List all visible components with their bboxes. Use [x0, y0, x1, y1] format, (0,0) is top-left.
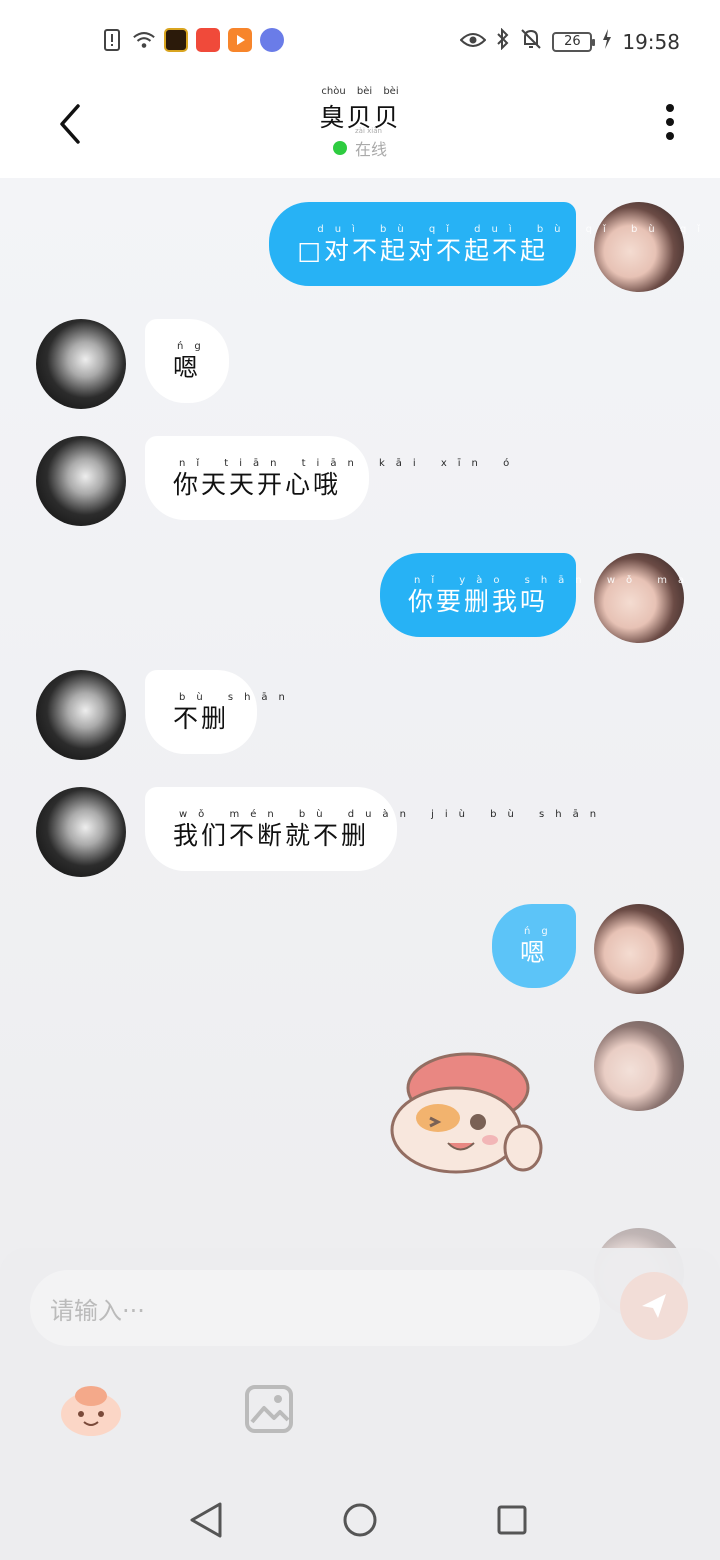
message-bubble-outgoing[interactable]: duì bù qǐ duì bù qǐ bù qǐ □对不起对不起不起 — [269, 202, 700, 286]
status-right-icons: 26 19:58 — [459, 27, 680, 55]
game-app-icon — [164, 28, 188, 52]
online-status: zài xiàn 在线 — [0, 127, 720, 160]
online-dot-icon — [332, 141, 347, 155]
send-icon — [642, 1294, 666, 1318]
my-avatar[interactable] — [594, 904, 684, 994]
status-left-icons — [100, 28, 284, 52]
more-vertical-icon — [666, 104, 674, 140]
contact-avatar[interactable] — [36, 670, 126, 760]
message-pinyin: wǒ mén bù duàn jiù bù shān — [179, 809, 608, 820]
message-pinyin: duì bù qǐ duì bù qǐ bù qǐ — [317, 224, 711, 235]
sticker-message[interactable] — [378, 1048, 543, 1178]
eye-icon — [459, 30, 487, 54]
alert-icon — [100, 28, 124, 52]
shopping-app-icon — [196, 28, 220, 52]
message-bubble-incoming[interactable]: wǒ mén bù duàn jiù bù shān 我们不断就不删 — [145, 787, 596, 871]
message-bubble-outgoing[interactable]: nǐ yào shān wǒ ma 你要删我吗 — [379, 553, 684, 637]
nav-home-icon[interactable] — [342, 1502, 378, 1538]
my-avatar[interactable] — [594, 553, 684, 643]
message-bubble-outgoing[interactable]: ńg 嗯 — [491, 904, 576, 988]
clock: 19:58 — [622, 29, 680, 54]
chat-header: chòu bèi bèi 臭贝贝 zài xiàn 在线 — [0, 84, 720, 178]
my-avatar[interactable] — [594, 1021, 684, 1111]
message-text: 不删 — [173, 704, 230, 733]
message-pinyin: ńg — [177, 341, 212, 352]
music-app-icon — [260, 28, 284, 52]
image-icon — [245, 1385, 293, 1433]
send-button[interactable] — [620, 1272, 688, 1340]
charging-icon — [602, 29, 612, 54]
bluetooth-icon — [496, 27, 510, 55]
mute-icon — [520, 28, 542, 55]
message-text: 你天天开心哦 — [173, 470, 342, 499]
video-app-icon — [228, 28, 252, 52]
message-text: 我们不断就不删 — [173, 821, 370, 850]
message-input[interactable]: 请输入··· — [30, 1270, 600, 1346]
nav-back-icon[interactable] — [188, 1500, 224, 1540]
battery-icon: 26 — [552, 31, 596, 52]
title-pinyin: chòu bèi bèi — [321, 86, 399, 97]
online-status-label: zài xiàn 在线 — [354, 127, 387, 160]
contact-avatar[interactable] — [36, 436, 126, 526]
system-nav-bar — [0, 1480, 720, 1560]
status-pinyin: zài xiàn — [354, 127, 382, 135]
message-text: 你要删我吗 — [407, 587, 548, 616]
emoji-button[interactable] — [58, 1382, 124, 1438]
wifi-icon — [132, 28, 156, 52]
message-pinyin: bù shān — [179, 692, 296, 703]
more-options-button[interactable] — [660, 102, 680, 146]
my-avatar[interactable] — [594, 202, 684, 292]
message-bubble-incoming[interactable]: nǐ tiān tiān kāi xīn ó 你天天开心哦 — [145, 436, 509, 520]
message-pinyin: ńg — [523, 926, 559, 937]
status-bar: 26 19:58 — [0, 0, 720, 84]
contact-avatar[interactable] — [36, 319, 126, 409]
message-text: 嗯 — [173, 353, 202, 382]
contact-info: chòu bèi bèi 臭贝贝 zài xiàn 在线 — [0, 86, 720, 160]
message-bubble-incoming[interactable]: ńg 嗯 — [145, 319, 230, 403]
message-pinyin: nǐ yào shān wǒ ma — [413, 575, 696, 586]
message-pinyin: nǐ tiān tiān kāi xīn ó — [179, 458, 521, 469]
contact-avatar[interactable] — [36, 787, 126, 877]
message-bubble-incoming[interactable]: bù shān 不删 — [145, 670, 285, 754]
status-text: 在线 — [354, 140, 387, 159]
image-button[interactable] — [244, 1384, 294, 1434]
emoji-icon — [61, 1386, 121, 1436]
message-text: □对不起对不起不起 — [297, 236, 548, 265]
message-text: 嗯 — [519, 938, 548, 967]
nav-recent-icon[interactable] — [496, 1504, 528, 1536]
